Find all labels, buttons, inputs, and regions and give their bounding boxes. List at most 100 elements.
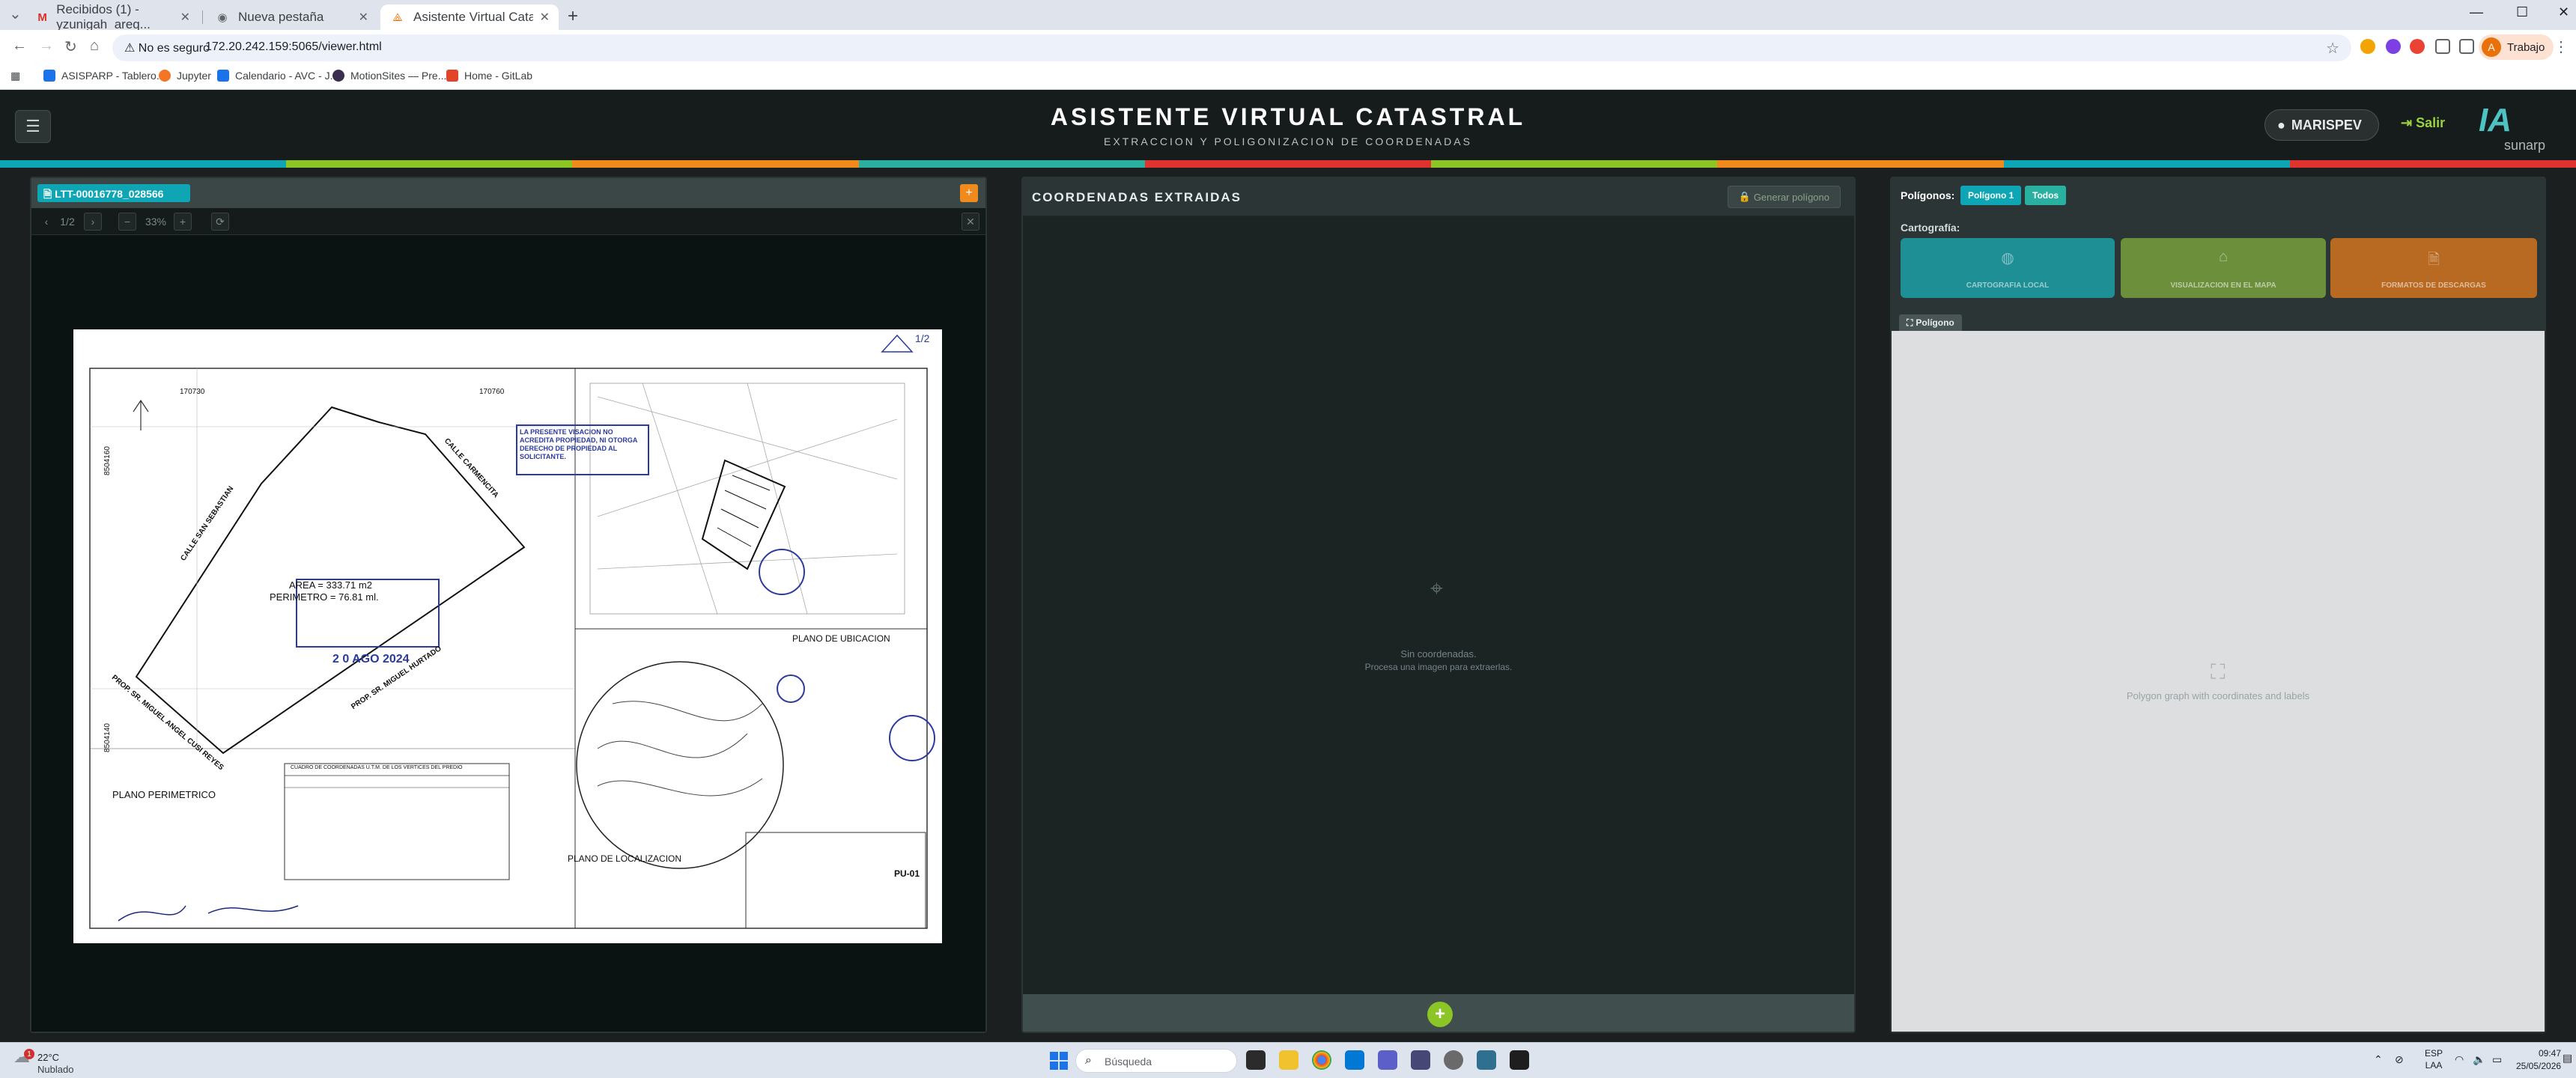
stripe-segment <box>286 160 573 168</box>
gmail-icon: M <box>37 10 47 24</box>
polygon-header: Polígonos: Polígono 1 Todos <box>1892 178 2545 216</box>
tab-all-polygons[interactable]: Todos <box>2025 186 2067 205</box>
weather-widget[interactable]: ☁ 1 22°C Nublado <box>13 1047 73 1075</box>
coordinates-footer: + <box>1023 994 1854 1032</box>
app-header: ☰ ASISTENTE VIRTUAL CATASTRAL EXTRACCION… <box>0 90 2576 160</box>
zoom-in-icon[interactable]: + <box>174 213 192 231</box>
new-tab-icon[interactable]: + <box>568 6 578 27</box>
bookmark-item[interactable]: MotionSites — Pre... <box>332 70 446 82</box>
tab-polygon-1[interactable]: Polígono 1 <box>1960 186 2022 205</box>
settings-taskbar-icon[interactable] <box>1444 1050 1463 1070</box>
map-visualization-card[interactable]: ⌂ VISUALIZACION EN EL MAPA <box>2121 238 2326 298</box>
address-toolbar: ← → ↻ ⌂ ⚠ No es seguro 172.20.242.159:50… <box>0 30 2576 64</box>
language-indicator[interactable]: ESP LAA <box>2425 1047 2443 1071</box>
tray-chevron-icon[interactable]: ⌃ <box>2374 1053 2383 1066</box>
taskbar-search[interactable]: ⌕ Búsqueda <box>1075 1049 1237 1073</box>
volume-icon[interactable]: 🔈 <box>2473 1053 2485 1066</box>
plan-title-localizacion: PLANO DE LOCALIZACION <box>568 853 682 864</box>
security-label: No es seguro <box>138 42 210 55</box>
document-header: 🗎 LTT-00016778_028566 + <box>31 178 985 208</box>
user-icon: ● <box>2277 117 2285 133</box>
network-off-icon[interactable]: ⊘ <box>2395 1053 2404 1066</box>
system-clock[interactable]: 09:47 25/05/2026 <box>2516 1047 2561 1073</box>
coordinate-table-title: CUADRO DE COORDENADAS U.T.M. DE LOS VERT… <box>291 765 463 770</box>
add-coordinate-button[interactable]: + <box>1427 1002 1453 1027</box>
extension-icon[interactable] <box>2386 39 2401 54</box>
document-viewer-panel: 🗎 LTT-00016778_028566 + ‹ 1/2 › − 33% + … <box>30 177 987 1033</box>
omnibox[interactable]: ⚠ No es seguro 172.20.242.159:5065/viewe… <box>112 34 2351 61</box>
extension-icon[interactable] <box>2360 39 2375 54</box>
search-icon: ⌕ <box>1085 1054 1092 1067</box>
notifications-icon[interactable]: ▤ <box>2563 1052 2572 1065</box>
close-icon[interactable]: ✕ <box>359 10 368 25</box>
windows-start-icon[interactable] <box>1050 1052 1068 1070</box>
bookmark-item[interactable]: Home - GitLab <box>446 70 532 82</box>
sidepanel-icon[interactable] <box>2459 39 2474 54</box>
close-icon[interactable]: ✕ <box>540 10 550 25</box>
security-indicator[interactable]: ⚠ No es seguro <box>124 40 210 55</box>
zoom-out-icon[interactable]: − <box>118 213 136 231</box>
file-name-chip[interactable]: 🗎 LTT-00016778_028566 <box>37 184 190 202</box>
tab-polygon-graph[interactable]: ⛶ Polígono <box>1899 314 1962 331</box>
close-window-icon[interactable]: ✕ <box>2558 4 2569 20</box>
forward-icon[interactable]: → <box>39 37 54 55</box>
document-canvas[interactable]: AREA = 333.71 m2 PERIMETRO = 76.81 ml. P… <box>31 237 985 1032</box>
reload-icon[interactable]: ↻ <box>64 37 77 56</box>
terminal-icon[interactable] <box>1510 1050 1529 1070</box>
local-cartography-card[interactable]: ◍ CARTOGRAFIA LOCAL <box>1901 238 2115 298</box>
cartography-section: Cartografía: ◍ CARTOGRAFIA LOCAL ⌂ VISUA… <box>1892 216 2545 311</box>
app-taskbar-icon[interactable] <box>1411 1050 1430 1070</box>
globe-icon: ◍ <box>2001 250 2014 267</box>
teams-icon[interactable] <box>1378 1050 1397 1070</box>
browser-menu-icon[interactable]: ⋮ <box>2554 37 2569 56</box>
url-text[interactable]: 172.20.242.159:5065/viewer.html <box>205 40 382 54</box>
polygons-label: Polígonos: <box>1901 189 1955 201</box>
bookmark-label: Jupyter <box>177 70 211 82</box>
browser-tab-new[interactable]: ◉ Nueva pestaña ✕ <box>205 4 377 30</box>
logo-subtext: sunarp <box>2504 138 2546 153</box>
user-button[interactable]: ● MARISPEV <box>2264 109 2379 141</box>
bookmark-label: ASISPARP - Tablero... <box>61 70 165 82</box>
card-label: CARTOGRAFIA LOCAL <box>1966 281 2050 290</box>
battery-icon[interactable]: ▭ <box>2492 1053 2502 1066</box>
next-page-icon[interactable]: › <box>84 213 102 231</box>
vscode-icon[interactable] <box>1345 1050 1364 1070</box>
close-document-icon[interactable]: ✕ <box>962 213 979 231</box>
task-view-icon[interactable] <box>1246 1050 1266 1070</box>
bookmark-item[interactable]: ASISPARP - Tablero... <box>43 70 165 82</box>
folio-number: 1/2 <box>915 332 930 344</box>
polygon-graph-area[interactable]: ⛶ Polygon graph with coordinates and lab… <box>1892 331 2545 1032</box>
browser-tab-gmail[interactable]: M Recibidos (1) - yzunigah_areq... ✕ <box>27 2 199 31</box>
wifi-icon[interactable]: ◠ <box>2455 1053 2464 1066</box>
apps-grid-icon[interactable]: ▦ <box>10 70 20 82</box>
prev-page-icon[interactable]: ‹ <box>37 213 55 231</box>
generate-polygon-button[interactable]: 🔒 Generar polígono <box>1727 186 1841 208</box>
profile-button[interactable]: A Trabajo <box>2479 34 2554 60</box>
close-icon[interactable]: ✕ <box>180 10 190 25</box>
extensions-puzzle-icon[interactable] <box>2435 39 2450 54</box>
back-icon[interactable]: ← <box>12 37 27 55</box>
temperature: 22°C <box>37 1052 60 1063</box>
download-formats-card[interactable]: 🗎 FORMATOS DE DESCARGAS <box>2330 238 2537 298</box>
bookmark-item[interactable]: Calendario - AVC - J... <box>217 70 338 82</box>
calendar-icon <box>217 70 229 82</box>
tab-search-icon[interactable]: ⌄ <box>9 4 22 23</box>
rotate-icon[interactable]: ⟳ <box>211 213 229 231</box>
calculator-icon[interactable] <box>1477 1050 1496 1070</box>
maximize-icon[interactable]: ☐ <box>2516 4 2528 20</box>
bookmark-label: MotionSites — Pre... <box>350 70 447 82</box>
home-icon[interactable]: ⌂ <box>90 37 99 55</box>
bookmark-star-icon[interactable]: ☆ <box>2326 39 2339 58</box>
extension-icon[interactable] <box>2410 39 2425 54</box>
logout-button[interactable]: ⇥ Salir <box>2401 115 2445 131</box>
bookmarks-bar: ▦ ASISPARP - Tablero... Jupyter Calendar… <box>0 64 2576 90</box>
browser-tab-active[interactable]: ⟁ Asistente Virtual Catastral — V... ✕ <box>380 4 559 30</box>
jupyter-icon <box>159 70 171 82</box>
expand-button[interactable]: + <box>960 184 978 202</box>
language-layout: LAA <box>2425 1060 2443 1071</box>
chrome-taskbar-icon[interactable] <box>1312 1050 1331 1070</box>
coordinates-title: COORDENADAS EXTRAIDAS <box>1032 190 1242 204</box>
bookmark-item[interactable]: Jupyter <box>159 70 211 82</box>
file-explorer-icon[interactable] <box>1279 1050 1298 1070</box>
minimize-icon[interactable]: — <box>2470 4 2483 20</box>
